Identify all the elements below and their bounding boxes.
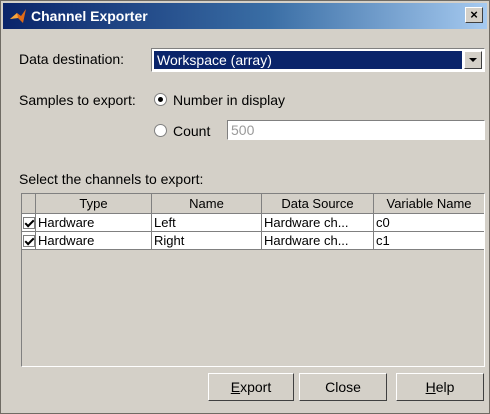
table-row-checkbox-cell [22, 214, 36, 232]
export-mnemonic: E [230, 379, 241, 395]
export-label: xport [240, 379, 272, 395]
cell-variable-name[interactable]: c0 [374, 214, 484, 232]
table-corner-header [22, 194, 36, 214]
count-label: Count [173, 123, 211, 139]
table-row-checkbox-cell [22, 232, 36, 250]
help-label: elp [435, 379, 455, 395]
number-in-display-radio[interactable] [154, 93, 167, 106]
close-button[interactable]: Close [299, 373, 387, 401]
data-destination-select[interactable]: Workspace (array) [151, 48, 485, 72]
samples-to-export-label: Samples to export: [19, 92, 136, 108]
cell-type[interactable]: Hardware [36, 232, 152, 250]
cell-name[interactable]: Left [152, 214, 262, 232]
select-channels-label: Select the channels to export: [19, 171, 204, 187]
number-in-display-label: Number in display [173, 92, 286, 108]
channel-checkbox-right[interactable] [23, 235, 35, 247]
data-destination-label: Data destination: [19, 51, 125, 67]
cell-type[interactable]: Hardware [36, 214, 152, 232]
cell-variable-name[interactable]: c1 [374, 232, 484, 250]
channel-exporter-dialog: Channel Exporter × Data destination: Wor… [0, 0, 490, 414]
count-radio[interactable] [154, 124, 167, 137]
window-title: Channel Exporter [31, 8, 148, 24]
help-mnemonic: H [425, 379, 436, 395]
close-window-button[interactable]: × [465, 7, 483, 23]
chevron-down-icon[interactable] [464, 51, 482, 69]
data-destination-value: Workspace (array) [154, 51, 462, 69]
column-header-type[interactable]: Type [36, 194, 152, 214]
column-header-name[interactable]: Name [152, 194, 262, 214]
cell-data-source[interactable]: Hardware ch... [262, 214, 374, 232]
help-button[interactable]: Help [396, 373, 484, 401]
count-input-value: 500 [231, 122, 255, 138]
count-input[interactable]: 500 [227, 120, 485, 140]
channel-checkbox-left[interactable] [23, 217, 35, 229]
column-header-data-source[interactable]: Data Source [262, 194, 374, 214]
column-header-variable-name[interactable]: Variable Name [374, 194, 484, 214]
cell-name[interactable]: Right [152, 232, 262, 250]
title-bar[interactable]: Channel Exporter × [3, 3, 487, 29]
export-button[interactable]: Export [208, 373, 294, 401]
matlab-logo-icon [10, 9, 26, 23]
channels-table: Type Name Data Source Variable Name Hard… [21, 193, 485, 367]
cell-data-source[interactable]: Hardware ch... [262, 232, 374, 250]
